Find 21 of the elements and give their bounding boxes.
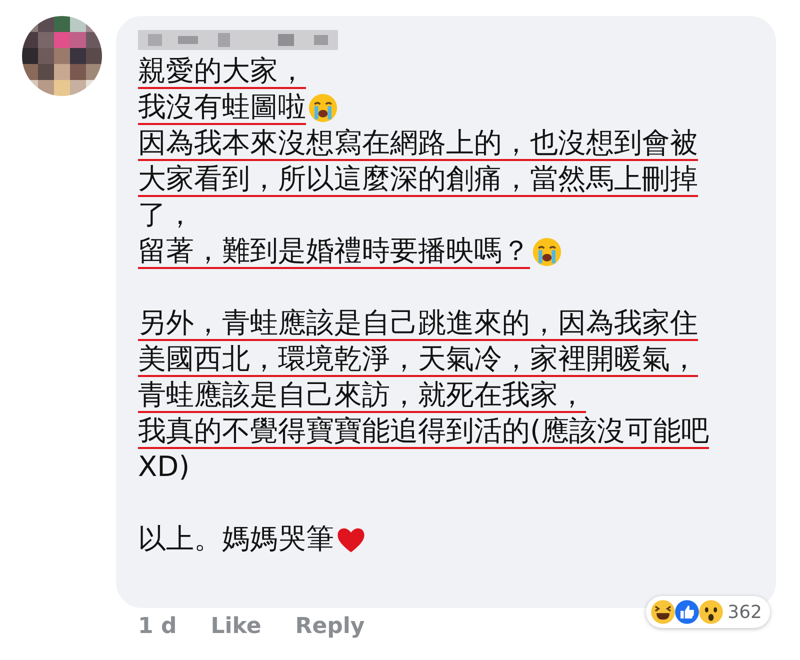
- comment-text-line: 另外，青蛙應該是自己跳進來的，因為我家住: [138, 307, 698, 341]
- comment-text-line: XD): [138, 451, 190, 485]
- comment-text-line: 大家看到，所以這麼深的創痛，當然馬上刪掉: [138, 163, 698, 197]
- crying-face-icon: [532, 237, 562, 267]
- crying-face-icon: [308, 93, 338, 123]
- reaction-count-badge[interactable]: 362: [646, 596, 770, 628]
- action-link[interactable]: Like: [210, 614, 262, 639]
- comment-text-line: 美國西北，環境乾淨，天氣冷，家裡開暖氣，: [138, 343, 698, 377]
- action-link[interactable]: 1 d: [138, 614, 177, 639]
- comment-text-line: 以上。媽媽哭筆: [138, 523, 334, 557]
- comment-text-line: 因為我本來沒想寫在網路上的，也沒想到會被: [138, 127, 698, 161]
- comment-text-line: 親愛的大家，: [138, 55, 306, 89]
- comment-text-line: 留著，難到是婚禮時要播映嗎？: [138, 235, 530, 269]
- thumbs-up-icon: [674, 599, 700, 625]
- comment-text-line: 我真的不覺得寶寶能追得到活的(應該沒可能吧: [138, 415, 709, 449]
- comment-text-line: 了，: [138, 199, 194, 233]
- surprised-face-icon: [698, 599, 724, 625]
- comment-text-line: 青蛙應該是自己來訪，就死在我家，: [138, 379, 586, 413]
- laughing-face-icon: [650, 599, 676, 625]
- action-link[interactable]: Reply: [295, 614, 365, 639]
- comment-text-line: 我沒有蛙圖啦: [138, 91, 306, 125]
